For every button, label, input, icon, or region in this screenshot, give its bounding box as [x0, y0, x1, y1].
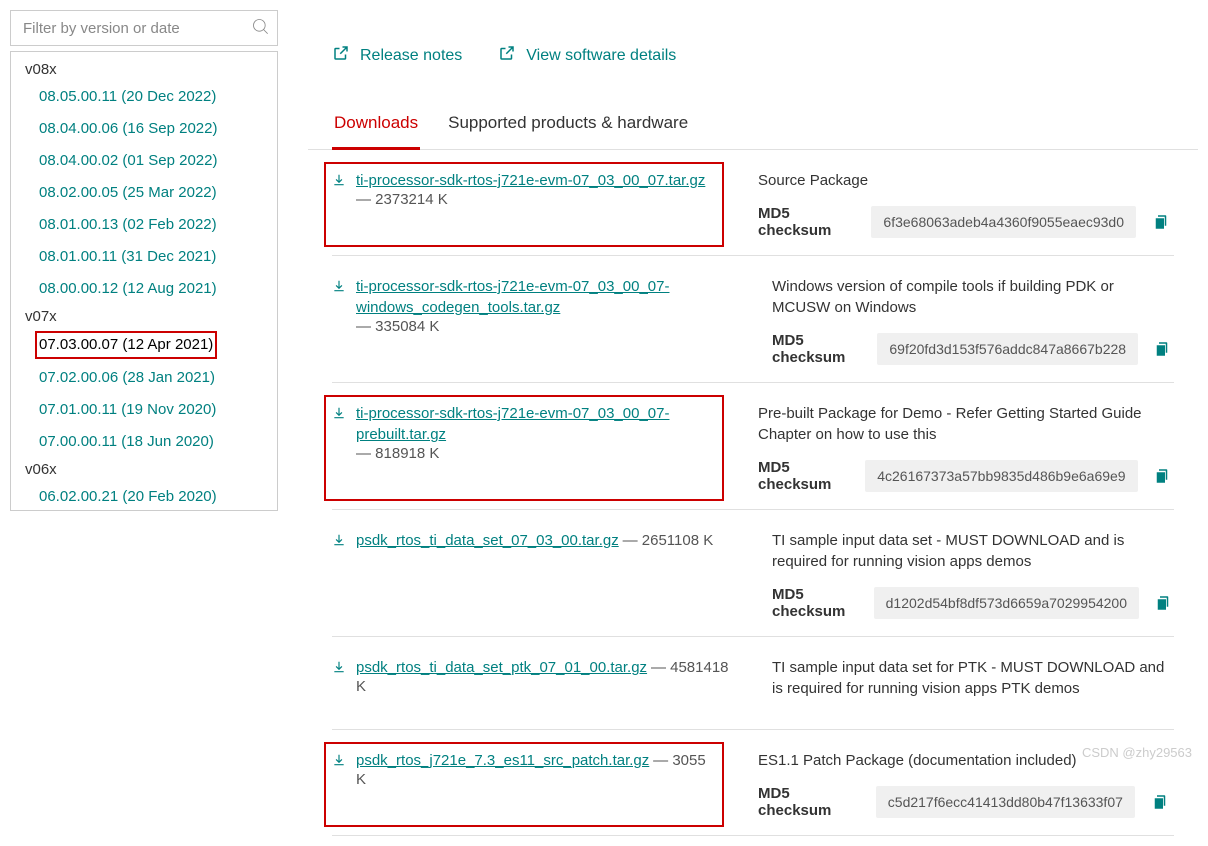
version-item[interactable]: 08.05.00.11 (20 Dec 2022)	[11, 81, 277, 113]
version-item[interactable]: 06.02.00.21 (20 Feb 2020)	[11, 481, 277, 511]
download-row: psdk_rtos_ti_data_set_07_03_00.tar.gz — …	[332, 510, 1174, 637]
download-right: TI sample input data set - MUST DOWNLOAD…	[772, 530, 1174, 620]
version-group[interactable]: v07x	[11, 305, 277, 328]
version-item[interactable]: 08.01.00.13 (02 Feb 2022)	[11, 209, 277, 241]
md5-value: c5d217f6ecc41413dd80b47f13633f07	[876, 786, 1135, 818]
downloads-list: ti-processor-sdk-rtos-j721e-evm-07_03_00…	[308, 150, 1198, 836]
external-link-icon	[498, 44, 516, 67]
download-right: Pre-built Package for Demo - Refer Getti…	[758, 403, 1174, 493]
md5-row: MD5 checksum 6f3e68063adeb4a4360f9055eaec…	[758, 205, 1174, 239]
md5-value: 6f3e68063adeb4a4360f9055eaec93d0	[871, 206, 1136, 238]
md5-value: d1202d54bf8df573d6659a7029954200	[874, 587, 1139, 619]
version-item[interactable]: 08.00.00.12 (12 Aug 2021)	[11, 273, 277, 305]
version-group[interactable]: v06x	[11, 458, 277, 481]
version-item[interactable]: 07.02.00.06 (28 Jan 2021)	[11, 362, 277, 394]
top-links: Release notes View software details	[308, 20, 1198, 103]
download-left: psdk_rtos_j721e_7.3_es11_src_patch.tar.g…	[324, 742, 724, 827]
md5-label: MD5 checksum	[758, 459, 853, 493]
tab-supported-products[interactable]: Supported products & hardware	[446, 103, 690, 149]
release-notes-link[interactable]: Release notes	[332, 44, 462, 67]
md5-row: MD5 checksum c5d217f6ecc41413dd80b47f1363…	[758, 785, 1174, 819]
md5-label: MD5 checksum	[758, 205, 859, 239]
search-icon[interactable]	[251, 17, 271, 40]
md5-row: MD5 checksum d1202d54bf8df573d6659a702995…	[772, 586, 1174, 620]
download-row: ti-processor-sdk-rtos-j721e-evm-07_03_00…	[332, 150, 1174, 256]
download-left: psdk_rtos_ti_data_set_07_03_00.tar.gz — …	[332, 530, 732, 620]
download-icon	[332, 530, 346, 550]
version-item[interactable]: 08.01.00.11 (31 Dec 2021)	[11, 241, 277, 273]
download-size: — 2373214 K	[332, 191, 718, 208]
md5-label: MD5 checksum	[772, 586, 862, 620]
download-left: ti-processor-sdk-rtos-j721e-evm-07_03_00…	[324, 162, 724, 247]
download-description: Windows version of compile tools if buil…	[772, 276, 1174, 318]
view-software-details-label: View software details	[526, 47, 676, 65]
version-item[interactable]: 08.04.00.02 (01 Sep 2022)	[11, 145, 277, 177]
download-left: psdk_rtos_ti_data_set_ptk_07_01_00.tar.g…	[332, 657, 732, 713]
download-size: — 2651108 K	[623, 532, 714, 549]
version-item[interactable]: 07.00.00.11 (18 Jun 2020)	[11, 426, 277, 458]
md5-row: MD5 checksum 69f20fd3d153f576addc847a8667…	[772, 332, 1174, 366]
download-left: ti-processor-sdk-rtos-j721e-evm-07_03_00…	[332, 276, 732, 366]
version-sidebar: v08x08.05.00.11 (20 Dec 2022)08.04.00.06…	[10, 10, 278, 836]
download-icon	[332, 657, 346, 677]
version-group[interactable]: v08x	[11, 58, 277, 81]
download-row: psdk_rtos_j721e_7.3_es11_src_patch.tar.g…	[332, 730, 1174, 836]
download-filename[interactable]: ti-processor-sdk-rtos-j721e-evm-07_03_00…	[356, 276, 732, 318]
copy-icon[interactable]	[1148, 208, 1174, 236]
version-search-box	[10, 10, 278, 46]
tab-downloads[interactable]: Downloads	[332, 103, 420, 150]
md5-label: MD5 checksum	[772, 332, 865, 366]
download-size: — 335084 K	[332, 318, 732, 335]
version-item[interactable]: 08.02.00.05 (25 Mar 2022)	[11, 177, 277, 209]
download-filename[interactable]: psdk_rtos_j721e_7.3_es11_src_patch.tar.g…	[356, 752, 649, 769]
watermark: CSDN @zhy29563	[1082, 745, 1192, 760]
md5-value: 4c26167373a57bb9835d486b9e6a69e9	[865, 460, 1137, 492]
md5-value: 69f20fd3d153f576addc847a8667b228	[877, 333, 1138, 365]
version-item[interactable]: 07.01.00.11 (19 Nov 2020)	[11, 394, 277, 426]
release-notes-label: Release notes	[360, 47, 462, 65]
copy-icon[interactable]	[1151, 589, 1174, 617]
download-right: Source Package MD5 checksum 6f3e68063adeb4…	[758, 170, 1174, 239]
download-filename[interactable]: ti-processor-sdk-rtos-j721e-evm-07_03_00…	[356, 403, 718, 445]
copy-icon[interactable]	[1147, 788, 1174, 816]
download-description: Pre-built Package for Demo - Refer Getti…	[758, 403, 1174, 445]
download-row: psdk_rtos_ti_data_set_ptk_07_01_00.tar.g…	[332, 637, 1174, 730]
main-panel: Release notes View software details Down…	[308, 10, 1198, 836]
download-icon	[332, 170, 346, 190]
version-item[interactable]: 08.04.00.06 (16 Sep 2022)	[11, 113, 277, 145]
version-item-selected[interactable]: 07.03.00.07 (12 Apr 2021)	[35, 331, 217, 359]
md5-row: MD5 checksum 4c26167373a57bb9835d486b9e6a…	[758, 459, 1174, 493]
download-filename[interactable]: psdk_rtos_ti_data_set_ptk_07_01_00.tar.g…	[356, 659, 647, 676]
version-search-input[interactable]	[21, 19, 251, 38]
download-row: ti-processor-sdk-rtos-j721e-evm-07_03_00…	[332, 383, 1174, 510]
version-list[interactable]: v08x08.05.00.11 (20 Dec 2022)08.04.00.06…	[10, 51, 278, 511]
download-right: TI sample input data set for PTK - MUST …	[772, 657, 1174, 713]
download-filename[interactable]: psdk_rtos_ti_data_set_07_03_00.tar.gz	[356, 532, 619, 549]
md5-label: MD5 checksum	[758, 785, 864, 819]
download-icon	[332, 750, 346, 770]
tabs: Downloads Supported products & hardware	[308, 103, 1198, 150]
view-software-details-link[interactable]: View software details	[498, 44, 676, 67]
download-right: ES1.1 Patch Package (documentation inclu…	[758, 750, 1174, 819]
external-link-icon	[332, 44, 350, 67]
download-filename[interactable]: ti-processor-sdk-rtos-j721e-evm-07_03_00…	[356, 170, 705, 191]
download-description: TI sample input data set - MUST DOWNLOAD…	[772, 530, 1174, 572]
copy-icon[interactable]	[1150, 335, 1174, 363]
download-description: TI sample input data set for PTK - MUST …	[772, 657, 1174, 699]
download-size: — 818918 K	[332, 445, 718, 462]
download-description: Source Package	[758, 170, 1174, 191]
download-icon	[332, 276, 346, 296]
download-right: Windows version of compile tools if buil…	[772, 276, 1174, 366]
download-row: ti-processor-sdk-rtos-j721e-evm-07_03_00…	[332, 256, 1174, 383]
download-left: ti-processor-sdk-rtos-j721e-evm-07_03_00…	[324, 395, 724, 501]
download-icon	[332, 403, 346, 423]
copy-icon[interactable]	[1150, 462, 1174, 490]
